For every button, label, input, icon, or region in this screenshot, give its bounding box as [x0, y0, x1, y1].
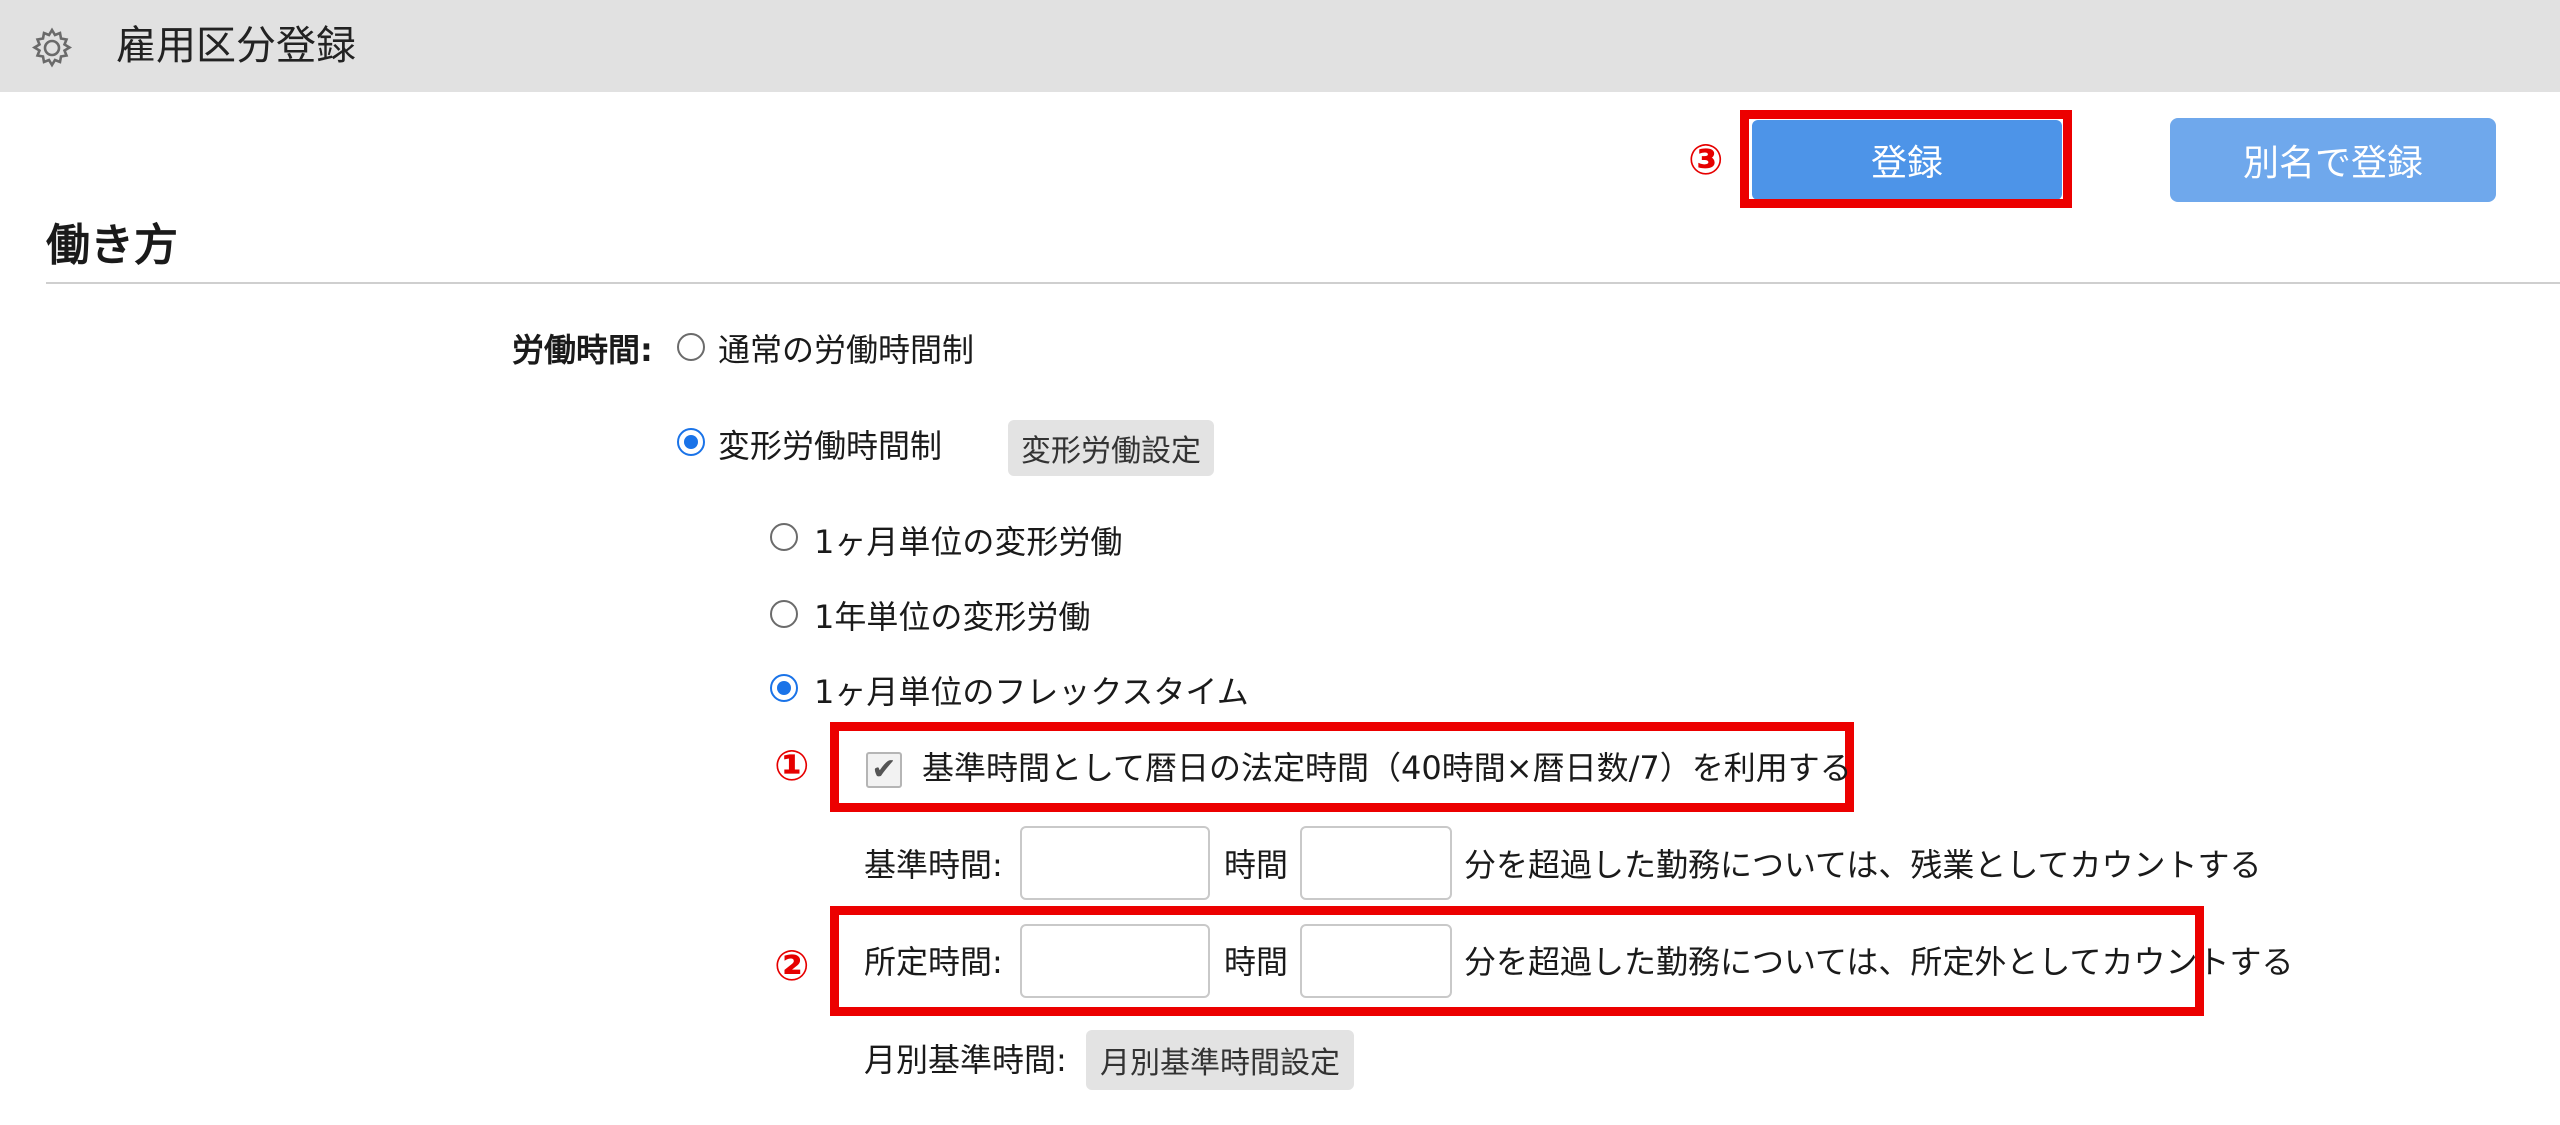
- radio-normal-hours-label[interactable]: 通常の労働時間制: [718, 330, 974, 370]
- gear-icon[interactable]: [28, 24, 76, 72]
- standard-time-suffix: 分を超過した勤務については、残業としてカウントする: [1464, 846, 2262, 884]
- title-bar: 雇用区分登録: [0, 0, 2560, 92]
- radio-monthly-variable-label[interactable]: 1ヶ月単位の変形労働: [814, 522, 1122, 562]
- radio-variable-hours-label[interactable]: 変形労働時間制: [718, 426, 942, 466]
- radio-monthly-variable[interactable]: [770, 523, 798, 551]
- radio-monthly-flextime-label[interactable]: 1ヶ月単位のフレックスタイム: [814, 672, 1249, 712]
- radio-variable-hours[interactable]: [677, 428, 705, 456]
- standard-time-label: 基準時間:: [864, 846, 1003, 884]
- radio-yearly-variable[interactable]: [770, 600, 798, 628]
- scheduled-time-suffix: 分を超過した勤務については、所定外としてカウントする: [1464, 943, 2294, 981]
- standard-time-minutes-input[interactable]: [1300, 826, 1452, 900]
- section-divider: [46, 282, 2560, 284]
- standard-time-hours-unit: 時間: [1224, 846, 1289, 884]
- standard-time-hours-input[interactable]: [1020, 826, 1210, 900]
- scheduled-time-label: 所定時間:: [864, 943, 1003, 981]
- annotation-mark-1: ①: [774, 741, 810, 790]
- variable-settings-button[interactable]: 変形労働設定: [1008, 420, 1214, 476]
- page-title: 雇用区分登録: [116, 23, 356, 69]
- scheduled-time-hours-input[interactable]: [1020, 924, 1210, 998]
- scheduled-time-hours-unit: 時間: [1224, 943, 1289, 981]
- use-legal-hours-label[interactable]: 基準時間として暦日の法定時間（40時間×暦日数/7）を利用する: [922, 748, 1852, 788]
- work-hours-label: 労働時間:: [512, 331, 653, 369]
- checkmark-icon: ✔: [871, 752, 897, 787]
- monthly-standard-time-settings-button[interactable]: 月別基準時間設定: [1086, 1030, 1354, 1090]
- radio-monthly-flextime[interactable]: [770, 674, 798, 702]
- annotation-mark-2: ②: [774, 941, 810, 990]
- scheduled-time-minutes-input[interactable]: [1300, 924, 1452, 998]
- monthly-standard-time-label: 月別基準時間:: [864, 1041, 1067, 1079]
- radio-normal-hours[interactable]: [677, 333, 705, 361]
- radio-yearly-variable-label[interactable]: 1年単位の変形労働: [814, 597, 1090, 637]
- register-as-alias-button[interactable]: 別名で登録: [2170, 118, 2496, 202]
- use-legal-hours-checkbox[interactable]: ✔: [866, 752, 902, 788]
- annotation-mark-3: ③: [1688, 135, 1724, 184]
- highlight-box-3: [1740, 110, 2072, 208]
- section-title: 働き方: [46, 220, 178, 271]
